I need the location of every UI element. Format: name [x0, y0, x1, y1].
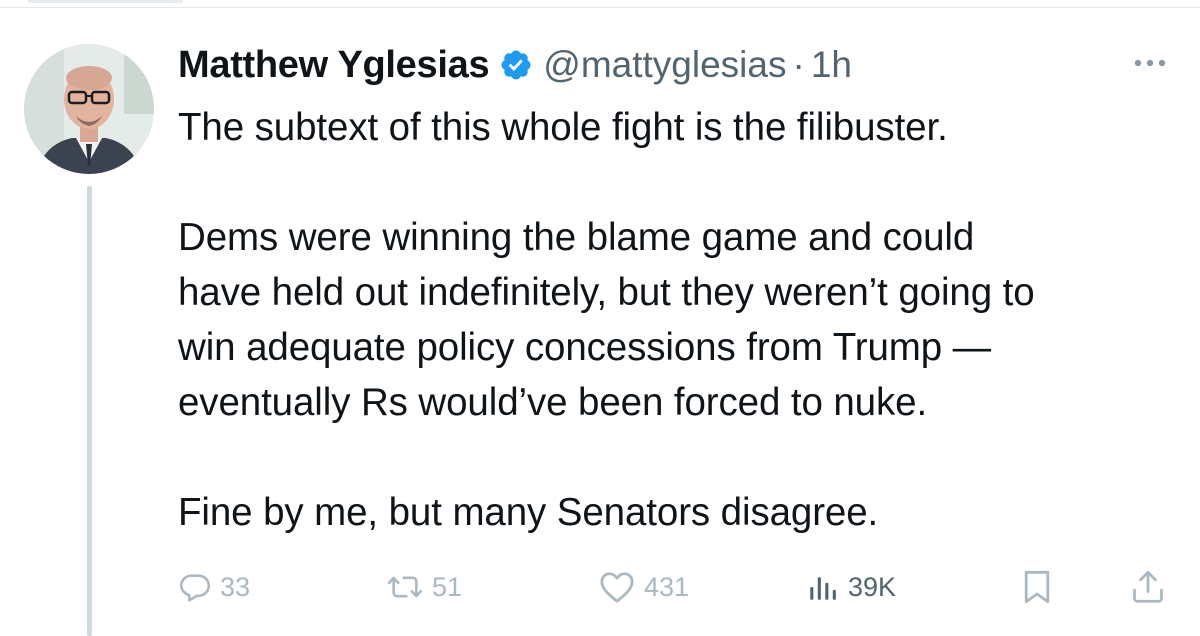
retweet-button[interactable]: 51	[386, 562, 462, 612]
author-handle[interactable]: @mattyglesias	[543, 44, 786, 86]
reply-button[interactable]: 33	[178, 562, 250, 612]
views-button[interactable]: 39K	[806, 562, 896, 612]
more-options-icon[interactable]	[1130, 48, 1170, 78]
author-name[interactable]: Matthew Yglesias	[178, 44, 490, 87]
tweet-text-line: win adequate policy concessions from Tru…	[178, 326, 992, 369]
previous-tweet-edge	[28, 0, 183, 3]
verified-badge-icon	[499, 48, 533, 82]
heart-icon	[598, 570, 636, 604]
views-count: 39K	[848, 571, 897, 602]
tweet-text-line: The subtext of this whole fight is the f…	[178, 106, 948, 149]
bookmark-button[interactable]	[1020, 562, 1054, 612]
like-button[interactable]: 431	[598, 562, 689, 612]
views-chart-icon	[806, 570, 840, 604]
bookmark-icon	[1020, 568, 1054, 606]
tweet-text-line: Fine by me, but many Senators disagree.	[178, 491, 879, 534]
like-count: 431	[644, 571, 690, 602]
tweet-actions-bar: 33 51 431 39K	[178, 562, 1178, 612]
tweet-text-line: eventually Rs would’ve been forced to nu…	[178, 381, 928, 424]
thread-connector-line	[87, 186, 92, 636]
tweet-body: The subtext of this whole fight is the f…	[178, 100, 1178, 540]
header-separator: ·	[792, 44, 805, 85]
retweet-count: 51	[432, 571, 463, 602]
top-separator	[0, 0, 1200, 8]
share-button[interactable]	[1130, 562, 1166, 612]
retweet-icon	[386, 570, 424, 604]
reply-icon	[178, 570, 212, 604]
tweet-header: Matthew Yglesias @mattyglesias · 1h	[178, 38, 852, 92]
avatar[interactable]	[24, 44, 154, 174]
timestamp[interactable]: 1h	[811, 44, 852, 86]
avatar-photo	[24, 44, 154, 174]
reply-count: 33	[220, 571, 251, 602]
tweet-text-line: have held out indefinitely, but they wer…	[178, 271, 1035, 314]
tweet-text-line: Dems were winning the blame game and cou…	[178, 216, 975, 259]
share-icon	[1130, 568, 1166, 606]
